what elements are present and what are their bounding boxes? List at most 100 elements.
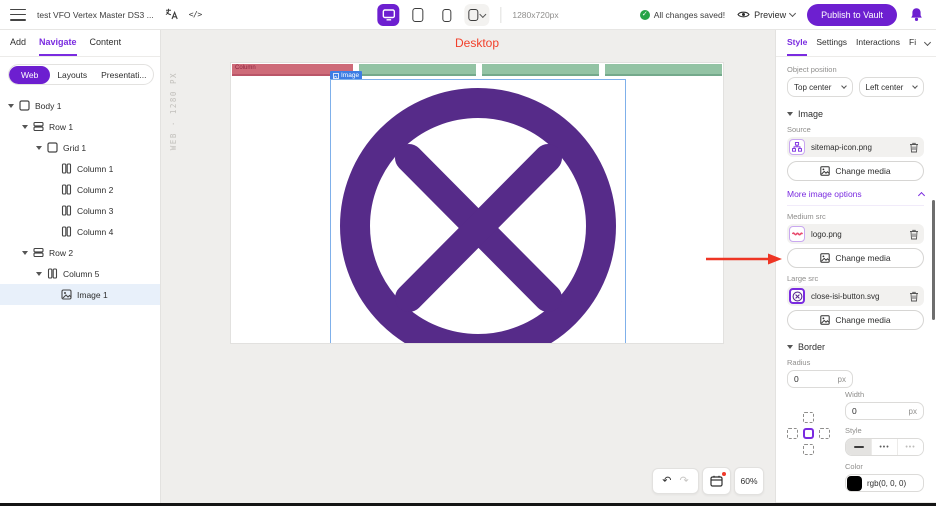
- column-block[interactable]: [359, 64, 476, 76]
- medium-media-field[interactable]: logo.png: [787, 224, 924, 244]
- device-phone-button[interactable]: [435, 4, 457, 26]
- trash-icon[interactable]: [909, 142, 919, 153]
- tab-style[interactable]: Style: [787, 30, 807, 56]
- border-all-toggle[interactable]: [803, 428, 814, 439]
- vertical-position-select[interactable]: Top center: [787, 77, 853, 97]
- change-media-label: Change media: [835, 253, 890, 263]
- eye-icon: [737, 10, 750, 19]
- code-view-icon[interactable]: </>: [189, 10, 202, 19]
- breakpoint-label: Desktop: [230, 36, 724, 50]
- tree-item-image-1[interactable]: Image 1: [0, 284, 160, 305]
- source-label: Source: [787, 125, 924, 134]
- collapse-caret-icon[interactable]: [8, 104, 14, 108]
- tree-item-label: Image 1: [77, 290, 108, 300]
- tree-item-column-4[interactable]: Column 4: [0, 221, 160, 242]
- tree-item-column-5[interactable]: Column 5: [0, 263, 160, 284]
- border-width-input[interactable]: [852, 406, 880, 416]
- horizontal-position-select[interactable]: Left center: [859, 77, 925, 97]
- canvas-dimensions: 1280x720px: [512, 10, 558, 20]
- column-icon: [47, 268, 58, 279]
- border-color-field[interactable]: rgb(0, 0, 0): [845, 474, 924, 492]
- grid-icon: [47, 142, 58, 153]
- width-label: Width: [845, 390, 924, 399]
- tree-item-row-1[interactable]: Row 1: [0, 116, 160, 137]
- annotation-arrow: [704, 252, 786, 266]
- medium-filename: logo.png: [811, 230, 903, 239]
- tree-item-column-3[interactable]: Column 3: [0, 200, 160, 221]
- border-style-dashed[interactable]: •••: [871, 439, 897, 455]
- panel-scrollbar[interactable]: [932, 200, 935, 320]
- column-block[interactable]: [605, 64, 722, 76]
- color-swatch[interactable]: [847, 476, 862, 491]
- border-top-toggle[interactable]: [803, 412, 814, 423]
- image-section-header[interactable]: Image: [787, 109, 924, 119]
- change-media-label: Change media: [835, 315, 890, 325]
- tab-interactions[interactable]: Interactions: [856, 30, 900, 56]
- collapse-caret-icon[interactable]: [22, 251, 28, 255]
- grid-row: Column: [231, 63, 723, 76]
- sitemap-thumbnail-icon: [789, 139, 805, 155]
- design-canvas[interactable]: Desktop WEB · 1280 PX Column Image: [161, 30, 775, 503]
- tab-add[interactable]: Add: [10, 30, 26, 56]
- source-filename: sitemap-icon.png: [811, 143, 903, 152]
- selected-image-element[interactable]: [330, 79, 626, 344]
- tree-item-row-2[interactable]: Row 2: [0, 242, 160, 263]
- source-media-field[interactable]: sitemap-icon.png: [787, 137, 924, 157]
- tree-item-column-2[interactable]: Column 2: [0, 179, 160, 200]
- border-left-toggle[interactable]: [787, 428, 798, 439]
- tree-item-grid-1[interactable]: Grid 1: [0, 137, 160, 158]
- more-image-options-toggle[interactable]: More image options: [787, 189, 924, 206]
- tab-content[interactable]: Content: [90, 30, 122, 56]
- column-icon: [61, 205, 72, 216]
- mode-pill-presentation[interactable]: Presentati...: [94, 70, 153, 80]
- change-media-button[interactable]: Change media: [787, 161, 924, 181]
- mode-pill-layouts[interactable]: Layouts: [50, 70, 94, 80]
- device-custom-button[interactable]: [464, 4, 489, 26]
- menu-icon[interactable]: [10, 9, 26, 21]
- preview-button[interactable]: Preview: [737, 10, 795, 20]
- collapse-caret-icon[interactable]: [36, 272, 42, 276]
- mode-pill-web[interactable]: Web: [9, 66, 50, 84]
- page-artboard[interactable]: Column Image: [230, 62, 724, 344]
- tab-filters-truncated[interactable]: Fi: [909, 30, 916, 56]
- change-media-button[interactable]: Change media: [787, 248, 924, 268]
- device-tablet-button[interactable]: [406, 4, 428, 26]
- collapse-caret-icon[interactable]: [22, 125, 28, 129]
- tablet-icon: [412, 8, 423, 22]
- tree-item-label: Row 2: [49, 248, 73, 258]
- border-side-selector: [787, 390, 845, 492]
- device-desktop-button[interactable]: [377, 4, 399, 26]
- tree-item-column-1[interactable]: Column 1: [0, 158, 160, 179]
- border-right-toggle[interactable]: [819, 428, 830, 439]
- translate-icon[interactable]: [165, 8, 178, 22]
- check-icon: ✓: [640, 10, 650, 20]
- tree-item-label: Column 3: [77, 206, 113, 216]
- trash-icon[interactable]: [909, 229, 919, 240]
- tab-settings[interactable]: Settings: [816, 30, 847, 56]
- calendar-icon: [710, 475, 723, 487]
- trash-icon[interactable]: [909, 291, 919, 302]
- layers-panel: Add Navigate Content Web Layouts Present…: [0, 30, 161, 503]
- style-label: Style: [845, 426, 924, 435]
- desktop-icon: [382, 9, 395, 21]
- tab-navigate[interactable]: Navigate: [39, 30, 77, 56]
- publish-to-vault-button[interactable]: Publish to Vault: [807, 4, 897, 26]
- object-position-label: Object position: [787, 65, 924, 74]
- change-media-button[interactable]: Change media: [787, 310, 924, 330]
- collapse-caret-icon[interactable]: [36, 146, 42, 150]
- color-label: Color: [845, 462, 924, 471]
- tree-item-body-1[interactable]: Body 1: [0, 95, 160, 116]
- column-block[interactable]: [482, 64, 599, 76]
- large-media-field[interactable]: close-isi-button.svg: [787, 286, 924, 306]
- tabs-overflow-icon[interactable]: [924, 38, 931, 45]
- border-style-dotted[interactable]: •••: [897, 439, 923, 455]
- undo-icon[interactable]: ↶: [662, 476, 671, 487]
- border-bottom-toggle[interactable]: [803, 444, 814, 455]
- radius-input[interactable]: [794, 374, 822, 384]
- version-history-button[interactable]: [702, 467, 731, 495]
- border-section-header[interactable]: Border: [787, 342, 924, 352]
- redo-icon[interactable]: ↷: [680, 476, 689, 487]
- zoom-level-button[interactable]: 60%: [734, 467, 764, 495]
- notifications-bell-icon[interactable]: [909, 7, 924, 22]
- border-style-solid[interactable]: [846, 439, 871, 455]
